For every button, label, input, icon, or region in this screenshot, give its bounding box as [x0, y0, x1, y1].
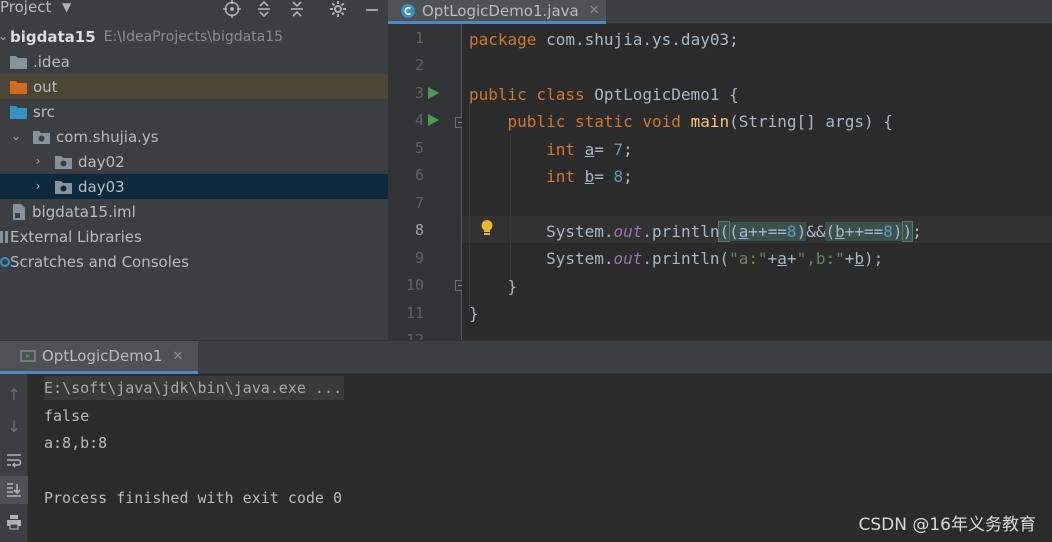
arrow-up-icon[interactable]: ↑ [0, 380, 28, 408]
console-line: a:8,b:8 [44, 434, 108, 452]
print-icon[interactable] [0, 508, 28, 536]
tree-item-day02[interactable]: › day02 [0, 149, 388, 174]
run-class-icon[interactable] [428, 87, 439, 99]
watermark: CSDN @16年义务教育 [858, 515, 1036, 535]
tree-item-label: Scratches and Consoles [10, 252, 189, 271]
run-config-icon [20, 350, 36, 362]
run-toolbar: ↑ ↓ [0, 374, 28, 542]
console-line: false [44, 407, 90, 425]
line-number: 6 [414, 166, 424, 184]
close-icon[interactable]: ✕ [589, 3, 600, 18]
run-main-icon[interactable] [428, 114, 439, 126]
tree-item-label: bigdata15.iml [32, 202, 136, 221]
tree-item-com-shujia-ys[interactable]: ⌄ com.shujia.ys [0, 124, 388, 149]
editor-gutter: 1 2 3 4 5 6 7 8 9 10 11 12 [388, 24, 466, 349]
arrow-down-icon[interactable]: ↓ [0, 412, 28, 440]
code-line: int b= 8; [546, 167, 633, 186]
code-editor[interactable]: package com.shujia.ys.day03; public clas… [462, 24, 1052, 340]
code-line: System.out.println((a++==8)&&(b++==8)); [469, 221, 922, 242]
tree-item-label: src [33, 102, 55, 121]
collapse-all-icon[interactable] [287, 0, 307, 19]
tab-run-optlogicdemo1[interactable]: OptLogicDemo1 ✕ [0, 341, 198, 374]
project-title[interactable]: Project [0, 0, 51, 16]
tree-item-label: out [33, 77, 58, 96]
code-line: package com.shujia.ys.day03; [469, 30, 739, 49]
chevron-right-icon[interactable]: › [32, 179, 44, 193]
code-line: int a= 7; [546, 140, 633, 159]
soft-wrap-icon[interactable] [0, 446, 28, 474]
package-icon [33, 130, 50, 144]
code-line: } [469, 304, 479, 323]
excluded-folder-icon [10, 80, 27, 94]
tree-item-idea[interactable]: .idea [0, 49, 388, 74]
library-icon [0, 230, 8, 243]
code-line: public static void main(String[] args) { [507, 112, 893, 131]
line-number: 7 [414, 194, 424, 212]
minimize-icon[interactable] [362, 0, 382, 19]
module-file-icon [13, 203, 25, 220]
project-header: Project ▼ [0, 0, 388, 22]
tree-item-src[interactable]: src [0, 99, 388, 124]
tree-item-label: .idea [33, 52, 70, 71]
line-number: 1 [414, 29, 424, 47]
tree-item-label: com.shujia.ys [56, 127, 159, 146]
tree-item-day03[interactable]: › day03 [0, 174, 388, 199]
package-icon [55, 155, 72, 169]
project-path: E:\IdeaProjects\bigdata15 [103, 28, 284, 45]
line-number: 4 [414, 111, 424, 129]
chevron-right-icon[interactable]: › [32, 154, 44, 168]
folder-icon [10, 55, 27, 69]
tree-item-label: bigdata15 [10, 27, 96, 46]
java-class-icon [401, 3, 415, 18]
close-icon[interactable]: ✕ [173, 349, 184, 364]
code-line: public class OptLogicDemo1 { [469, 85, 739, 104]
tree-item-external-libraries[interactable]: External Libraries [0, 224, 388, 249]
tree-item-label: day02 [78, 152, 125, 171]
line-number: 9 [414, 249, 424, 267]
expand-all-icon[interactable] [254, 0, 274, 19]
gear-icon[interactable] [328, 0, 348, 19]
chevron-down-icon[interactable]: ⌄ [10, 129, 22, 143]
source-folder-icon [10, 105, 27, 119]
line-number: 3 [414, 84, 424, 102]
locate-target-icon[interactable] [222, 0, 242, 19]
tab-optlogicdemo1-java[interactable]: OptLogicDemo1.java ✕ [388, 0, 606, 24]
console-line: Process finished with exit code 0 [44, 489, 343, 507]
editor-tab-bar: OptLogicDemo1.java ✕ [388, 0, 1052, 24]
code-line: } [469, 277, 518, 296]
line-number-current: 8 [414, 221, 424, 239]
chevron-down-icon[interactable]: ▼ [62, 0, 71, 14]
tree-item-label: External Libraries [10, 227, 142, 246]
project-panel: Project ▼ ⌄ bigdata15 E:\IdeaProjects\bi… [0, 0, 388, 340]
line-number: 10 [405, 276, 424, 294]
tree-item-iml[interactable]: bigdata15.iml [0, 199, 388, 224]
line-number: 2 [414, 56, 424, 74]
tab-label: OptLogicDemo1.java [422, 1, 579, 20]
tree-item-label: day03 [78, 177, 125, 196]
tree-item-bigdata15[interactable]: ⌄ bigdata15 E:\IdeaProjects\bigdata15 [0, 24, 388, 49]
line-number: 5 [414, 139, 424, 157]
scratches-icon [0, 256, 10, 267]
tab-label: OptLogicDemo1 [42, 347, 163, 365]
line-number: 11 [405, 304, 424, 322]
code-line: System.out.println("a:"+a+",b:"+b); [469, 249, 884, 268]
scroll-to-end-icon[interactable] [0, 476, 28, 504]
tree-item-out[interactable]: out [0, 74, 388, 99]
package-icon [55, 180, 72, 194]
run-tab-bar: OptLogicDemo1 ✕ [0, 340, 1052, 374]
tree-item-scratches[interactable]: Scratches and Consoles [0, 249, 388, 274]
chevron-down-icon[interactable]: ⌄ [0, 29, 9, 43]
console-command-line[interactable]: E:\soft\java\jdk\bin\java.exe ... [44, 376, 345, 400]
